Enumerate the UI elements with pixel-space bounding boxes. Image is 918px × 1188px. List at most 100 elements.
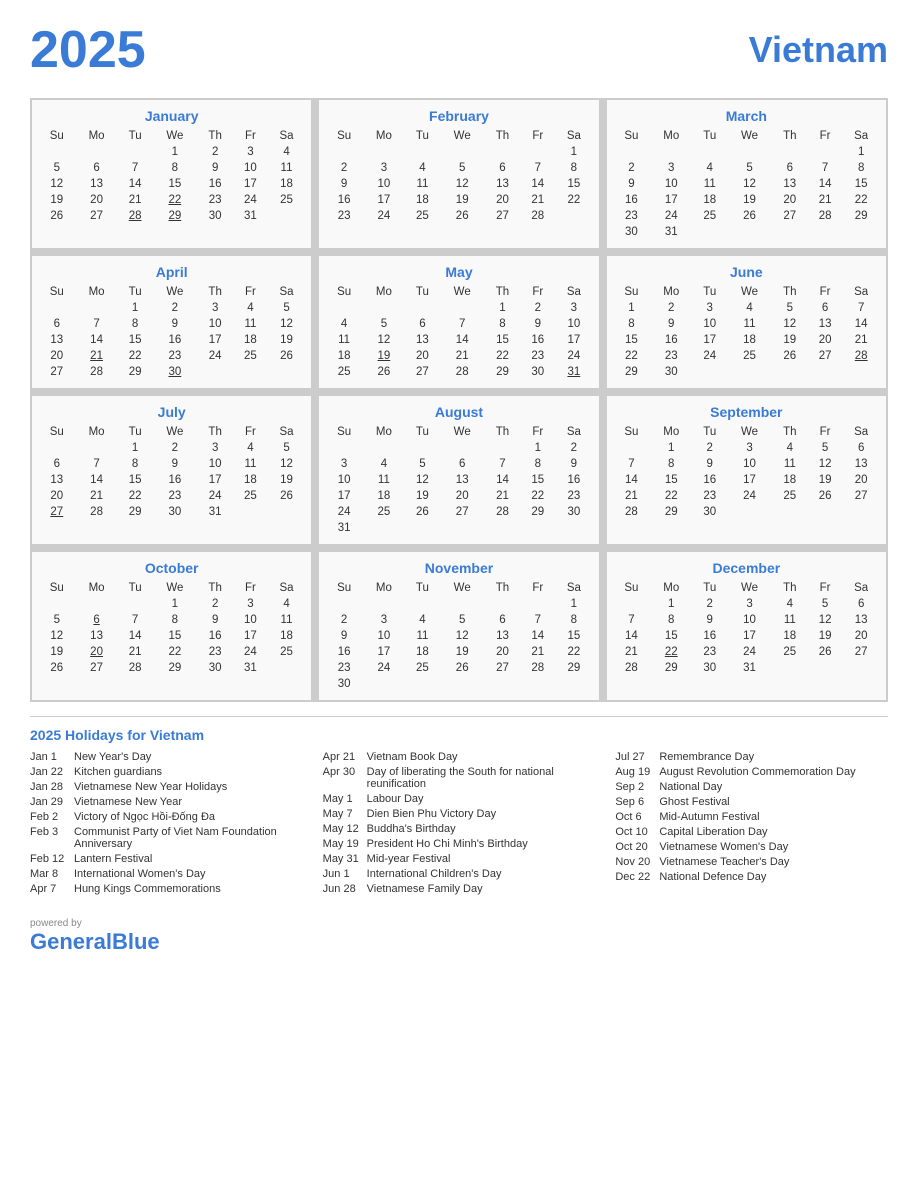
weekday-header: We [153, 424, 198, 440]
holiday-column: Jan 1New Year's DayJan 22Kitchen guardia… [30, 751, 303, 898]
weekday-header: Mo [650, 424, 692, 440]
calendar-day: 22 [153, 644, 198, 660]
holiday-item: Dec 22National Defence Day [615, 871, 888, 883]
weekday-header: Su [325, 424, 363, 440]
calendar-day: 11 [772, 612, 808, 628]
calendar-day: 4 [405, 612, 440, 628]
calendar-day: 22 [555, 644, 593, 660]
calendar-day: 5 [268, 300, 306, 316]
calendar-day: 29 [650, 660, 692, 676]
holiday-name: Kitchen guardians [74, 766, 162, 778]
calendar-day [405, 440, 440, 456]
calendar-day [405, 300, 440, 316]
calendar-day [842, 504, 880, 520]
month-name: September [613, 404, 880, 420]
calendar-day: 1 [153, 144, 198, 160]
calendar-day [325, 300, 363, 316]
calendar-day [772, 504, 808, 520]
calendar-day [555, 208, 593, 224]
weekday-header: We [440, 580, 485, 596]
weekday-header: Th [772, 128, 808, 144]
calendar-day: 14 [76, 472, 118, 488]
holiday-item: Apr 21 Vietnam Book Day [323, 751, 596, 763]
calendar-day: 28 [520, 660, 555, 676]
calendar-day: 13 [76, 628, 118, 644]
calendar-day: 19 [727, 192, 772, 208]
calendar-day: 20 [772, 192, 808, 208]
calendar-day: 10 [233, 160, 268, 176]
holiday-name: Victory of Ngọc Hồi-Đống Đa [74, 811, 215, 823]
holiday-name: Vietnamese New Year [74, 796, 182, 808]
calendar-day [405, 520, 440, 536]
calendar-day [363, 676, 405, 692]
calendar-day: 16 [153, 472, 198, 488]
calendar-day [268, 364, 306, 380]
holiday-date: Apr 21 [323, 751, 361, 763]
calendar-day: 9 [153, 456, 198, 472]
month-box-august: AugustSuMoTuWeThFrSa12345678910111213141… [319, 396, 598, 544]
calendar-day: 2 [197, 144, 233, 160]
calendar-day: 11 [772, 456, 808, 472]
holiday-date: Apr 30 [323, 766, 361, 778]
calendar-day: 20 [440, 488, 485, 504]
calendar-day: 9 [325, 628, 363, 644]
calendar-day: 27 [808, 348, 843, 364]
calendar-day: 23 [692, 488, 727, 504]
calendar-day: 13 [38, 472, 76, 488]
calendar-table: SuMoTuWeThFrSa12345678910111213141516171… [325, 128, 592, 224]
calendar-day: 4 [772, 596, 808, 612]
calendar-day: 14 [520, 176, 555, 192]
calendar-day: 5 [38, 160, 76, 176]
weekday-header: Fr [808, 284, 843, 300]
calendar-day [772, 660, 808, 676]
calendar-day: 2 [153, 440, 198, 456]
calendar-day: 2 [325, 160, 363, 176]
calendar-day: 22 [650, 644, 692, 660]
weekday-header: Sa [268, 424, 306, 440]
calendar-day: 4 [268, 596, 306, 612]
calendar-day: 11 [268, 612, 306, 628]
holiday-item: Jun 1International Children's Day [323, 868, 596, 880]
calendar-day: 3 [363, 612, 405, 628]
calendar-day: 19 [440, 644, 485, 660]
calendar-day: 8 [153, 160, 198, 176]
weekday-header: Fr [233, 424, 268, 440]
holiday-name: Mid-year Festival [367, 853, 451, 865]
weekday-header: Tu [118, 128, 153, 144]
calendar-day [76, 440, 118, 456]
calendar-day: 28 [808, 208, 843, 224]
holiday-name: President Ho Chi Minh's Birthday [367, 838, 528, 850]
calendar-table: SuMoTuWeThFrSa12345678910111213141516171… [325, 424, 592, 536]
weekday-header: Th [197, 284, 233, 300]
weekday-header: Sa [555, 580, 593, 596]
holiday-item: Mar 8International Women's Day [30, 868, 303, 880]
calendar-day: 5 [268, 440, 306, 456]
holiday-column: Apr 21Vietnam Book DayApr 30Day of liber… [323, 751, 596, 898]
weekday-header: We [727, 128, 772, 144]
calendar-day: 23 [325, 660, 363, 676]
calendar-day: 7 [520, 160, 555, 176]
calendar-day: 10 [692, 316, 727, 332]
month-box-july: JulySuMoTuWeThFrSa1234567891011121314151… [32, 396, 311, 544]
calendar-day: 30 [520, 364, 555, 380]
calendar-day: 13 [484, 628, 520, 644]
calendar-day: 8 [650, 456, 692, 472]
month-name: January [38, 108, 305, 124]
calendar-day: 4 [405, 160, 440, 176]
weekday-header: Tu [692, 128, 727, 144]
calendar-day: 3 [692, 300, 727, 316]
calendar-day: 26 [363, 364, 405, 380]
holiday-name: Vietnam Book Day [367, 751, 458, 763]
powered-by: powered by GeneralBlue [30, 918, 888, 955]
holiday-date: Apr 7 [30, 883, 68, 895]
holiday-item: Feb 12Lantern Festival [30, 853, 303, 865]
calendar-day: 14 [520, 628, 555, 644]
calendar-day: 10 [650, 176, 692, 192]
calendar-table: SuMoTuWeThFrSa12345678910111213141516171… [613, 128, 880, 240]
calendar-day: 26 [808, 644, 843, 660]
weekday-header: Sa [555, 424, 593, 440]
holiday-date: May 1 [323, 793, 361, 805]
calendar-day: 14 [808, 176, 843, 192]
month-name: April [38, 264, 305, 280]
calendar-day: 5 [440, 612, 485, 628]
